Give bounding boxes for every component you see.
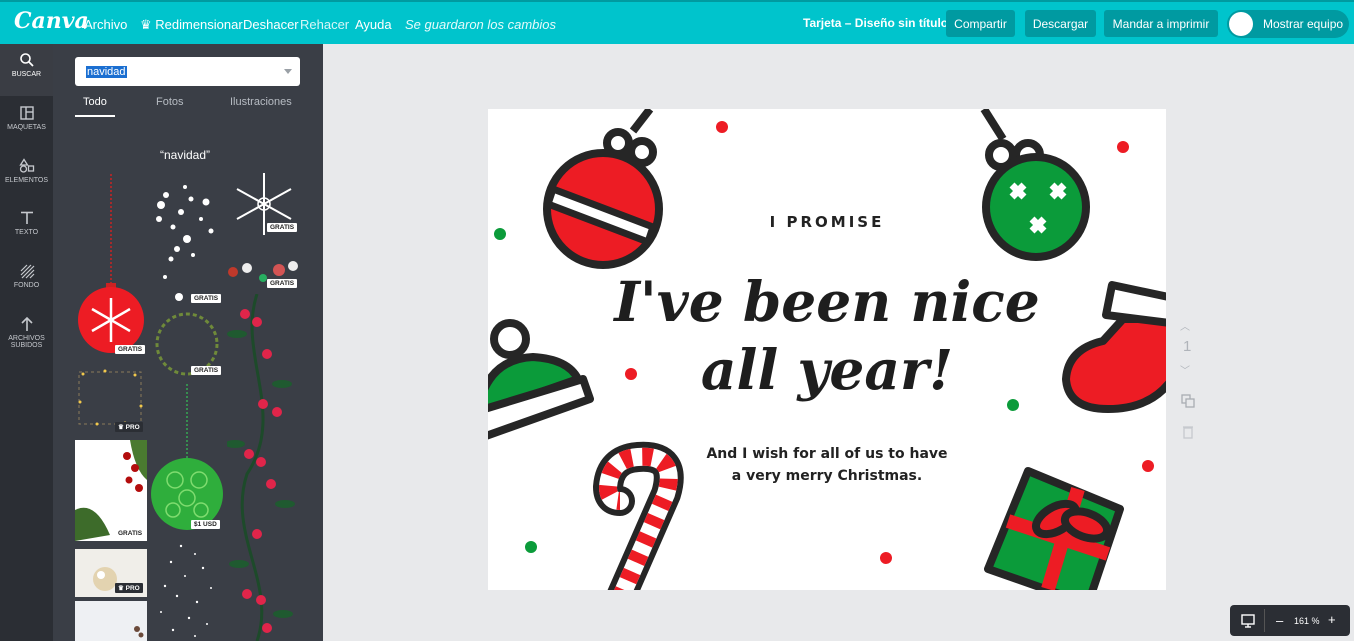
zoom-divider [1264, 609, 1265, 632]
result-green-ornament[interactable]: $1 USD [151, 384, 223, 534]
zoom-level[interactable]: 161 % [1294, 616, 1320, 626]
badge-gratis: GRATIS [191, 294, 222, 303]
tab-fotos[interactable]: Fotos [156, 96, 184, 108]
share-button[interactable]: Compartir [946, 10, 1015, 37]
green-bauble-icon [980, 109, 1090, 261]
red-ornament-icon [78, 174, 144, 353]
show-team-button[interactable]: Mostrar equipo [1227, 10, 1349, 38]
card-wish-line2: a very merry Christmas. [731, 468, 923, 484]
gift-box-icon [984, 467, 1124, 590]
rail-archivos-label-1: ARCHIVOS [8, 335, 45, 342]
download-button[interactable]: Descargar [1025, 10, 1096, 37]
badge-gratis: GRATIS [191, 366, 222, 375]
berries-photo-icon [75, 440, 147, 541]
page-number: 1 [1183, 338, 1192, 355]
card-wish-text[interactable]: And I wish for all of us to have a very … [488, 443, 1166, 487]
design-canvas[interactable]: I PROMISE I've been nice all year! And I… [488, 109, 1166, 590]
result-red-snowflake-ornament[interactable]: GRATIS [75, 174, 147, 357]
rail-texto[interactable]: TEXTO [0, 202, 53, 254]
badge-gratis: GRATIS [115, 345, 146, 354]
side-rail: BUSCAR MAQUETAS ELEMENTOS TEXTO FONDO AR… [0, 44, 53, 641]
rail-elementos[interactable]: ELEMENTOS [0, 150, 53, 202]
text-icon [20, 211, 33, 224]
snowfall-icon [160, 544, 212, 637]
white-photo-icon [134, 626, 144, 638]
result-snow-dots[interactable]: GRATIS [151, 169, 223, 306]
page-up-icon[interactable]: ︿ [1180, 318, 1190, 333]
zoom-control: – 161 % + [1230, 605, 1350, 636]
menu-ayuda[interactable]: Ayuda [355, 17, 392, 32]
rail-texto-label: TEXTO [14, 229, 39, 236]
rail-buscar[interactable]: BUSCAR [0, 44, 53, 96]
save-status: Se guardaron los cambios [405, 17, 557, 32]
rail-archivos-label-2: SUBIDOS [10, 342, 43, 349]
tab-todo[interactable]: Todo [83, 96, 107, 108]
results-query-label: “navidad” [160, 148, 211, 162]
search-panel: navidad Todo Fotos Ilustraciones “navida… [53, 44, 323, 641]
zoom-out-button[interactable]: – [1276, 613, 1283, 628]
rail-fondo-label: FONDO [13, 282, 40, 289]
green-ornament-icon [151, 384, 223, 530]
page-down-icon[interactable]: ﹀ [1180, 362, 1190, 377]
badge-gratis: GRATIS [267, 279, 298, 288]
delete-page-icon[interactable] [1180, 424, 1196, 444]
card-wish-line1: And I wish for all of us to have [706, 446, 948, 462]
print-button[interactable]: Mandar a imprimir [1104, 10, 1218, 37]
rail-buscar-label: BUSCAR [11, 71, 42, 78]
rail-maquetas[interactable]: MAQUETAS [0, 97, 53, 149]
document-title[interactable]: Tarjeta – Diseño sin título [803, 16, 948, 30]
shapes-icon [18, 158, 34, 173]
rail-elementos-label: ELEMENTOS [4, 177, 49, 184]
layout-icon [19, 106, 34, 120]
rail-maquetas-label: MAQUETAS [7, 124, 46, 131]
show-team-label: Mostrar equipo [1263, 17, 1344, 31]
upload-icon [20, 316, 33, 331]
badge-gratis: GRATIS [115, 529, 146, 538]
active-tab-indicator [75, 115, 115, 117]
search-input[interactable]: navidad [75, 57, 300, 86]
berry-branch-icon [225, 293, 295, 641]
search-icon [19, 53, 34, 67]
result-berry-branch[interactable] [225, 293, 301, 641]
tab-ilustraciones[interactable]: Ilustraciones [230, 96, 292, 108]
rail-fondo[interactable]: FONDO [0, 255, 53, 307]
result-snowfall[interactable] [151, 538, 223, 641]
red-bauble-icon [543, 109, 663, 269]
canva-logo[interactable]: Canva [14, 8, 89, 34]
present-icon[interactable] [1240, 613, 1256, 629]
copy-page-icon[interactable] [1180, 393, 1196, 413]
menu-redimensionar[interactable]: ♛ Redimensionar [140, 17, 243, 33]
result-christmas-photo-berries[interactable]: GRATIS [75, 440, 147, 541]
result-gold-ornament-photo[interactable]: ♛ PRO [75, 549, 147, 597]
redo-button[interactable]: Rehacer [300, 17, 349, 32]
badge-usd: $1 USD [191, 520, 220, 529]
result-white-photo[interactable] [75, 601, 147, 641]
search-query-text[interactable]: navidad [86, 66, 127, 78]
menu-archivo[interactable]: Archivo [84, 17, 127, 32]
team-avatar [1229, 12, 1253, 36]
rail-archivos-subidos[interactable]: ARCHIVOS SUBIDOS [0, 308, 53, 370]
background-icon [20, 264, 34, 279]
result-wreath[interactable]: GRATIS [151, 309, 223, 379]
badge-pro: ♛ PRO [115, 583, 143, 593]
card-promise-text[interactable]: I PROMISE [488, 213, 1166, 231]
zoom-in-button[interactable]: + [1328, 612, 1336, 627]
card-headline-line2[interactable]: all year! [488, 337, 1166, 402]
result-mini-ornaments[interactable]: GRATIS [227, 256, 301, 290]
result-snowflake[interactable]: GRATIS [227, 169, 301, 239]
badge-gratis: GRATIS [267, 223, 298, 232]
card-headline-line1[interactable]: I've been nice [488, 269, 1166, 334]
undo-button[interactable]: Deshacer [243, 17, 299, 32]
top-bar: Canva Archivo ♛ Redimensionar Deshacer R… [0, 0, 1354, 44]
dropdown-arrow-icon[interactable] [284, 69, 292, 74]
badge-pro: ♛ PRO [115, 422, 143, 432]
snow-dots-icon [156, 185, 214, 301]
result-light-frame[interactable]: ♛ PRO [75, 366, 147, 432]
